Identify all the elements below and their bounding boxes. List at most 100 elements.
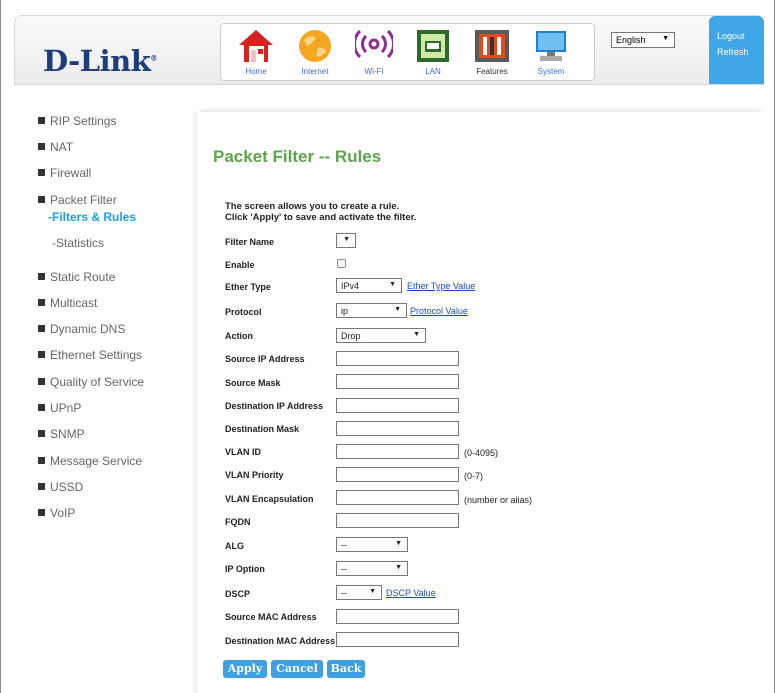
bullet-icon <box>38 299 45 306</box>
alg-label: ALG <box>225 541 244 551</box>
dscp-label: DSCP <box>225 589 251 599</box>
dest-mac-label: Destination MAC Address <box>225 636 336 646</box>
vlan-encap-input[interactable] <box>336 490 459 505</box>
logout-link[interactable]: Logout <box>717 31 745 41</box>
bullet-icon <box>38 325 45 332</box>
bullet-icon <box>38 169 45 176</box>
source-ip-input[interactable] <box>336 351 459 366</box>
refresh-link[interactable]: Refresh <box>717 47 749 57</box>
protocol-select[interactable]: ip ▼ <box>336 303 407 318</box>
nav-system[interactable]: System <box>524 24 578 82</box>
sidebar-item-firewall[interactable]: Firewall <box>38 166 91 180</box>
ether-type-label: Ether Type <box>225 282 271 292</box>
dest-mac-input[interactable] <box>336 632 459 647</box>
page-title: Packet Filter -- Rules <box>213 147 382 166</box>
vlan-id-label: VLAN ID <box>225 447 261 457</box>
vlan-id-input[interactable] <box>336 444 459 459</box>
nav-lan[interactable]: LAN <box>406 24 460 82</box>
ether-type-value-link[interactable]: Ether Type Value <box>407 281 475 291</box>
bullet-icon <box>38 404 45 411</box>
language-select[interactable]: English ▼ <box>611 32 675 48</box>
action-select[interactable]: Drop ▼ <box>336 328 426 343</box>
sidebar-subitem-filters-rules[interactable]: -Filters & Rules <box>48 210 136 224</box>
globe-icon <box>299 30 331 62</box>
apply-button[interactable]: Apply <box>223 660 267 678</box>
sidebar-item-voip[interactable]: VoIP <box>38 506 75 520</box>
header-bar: D-Link® Home Internet Wi-Fi LAN Features… <box>14 15 764 85</box>
filter-name-label: Filter Name <box>225 237 275 247</box>
main-content: Packet Filter -- Rules The screen allows… <box>191 112 764 693</box>
sidebar-item-ethernet-settings[interactable]: Ethernet Settings <box>38 348 142 362</box>
dest-ip-input[interactable] <box>336 398 459 413</box>
dropdown-arrow-icon: ▼ <box>343 236 350 243</box>
nav-home[interactable]: Home <box>229 24 283 82</box>
bullet-icon <box>38 509 45 516</box>
cancel-button[interactable]: Cancel <box>271 660 323 678</box>
sidebar-item-multicast[interactable]: Multicast <box>38 296 97 310</box>
sidebar-item-rip-settings[interactable]: RIP Settings <box>38 114 116 128</box>
vlan-priority-hint: (0-7) <box>464 471 484 481</box>
source-mac-input[interactable] <box>336 609 459 624</box>
dscp-select[interactable]: -- ▼ <box>336 585 382 600</box>
sidebar-item-nat[interactable]: NAT <box>38 140 73 154</box>
alg-select[interactable]: -- ▼ <box>336 537 408 552</box>
sidebar-item-quality-of-service[interactable]: Quality of Service <box>38 375 144 389</box>
bullet-icon <box>38 117 45 124</box>
bullet-icon <box>38 483 45 490</box>
lan-icon <box>417 30 449 62</box>
vlan-id-hint: (0-4095) <box>464 448 499 458</box>
source-ip-label: Source IP Address <box>225 354 305 364</box>
ether-type-select[interactable]: IPv4 ▼ <box>336 278 402 293</box>
bullet-icon <box>38 430 45 437</box>
vlan-encap-label: VLAN Encapsulation <box>225 494 314 504</box>
sidebar-item-snmp[interactable]: SNMP <box>38 427 85 441</box>
protocol-label: Protocol <box>225 307 262 317</box>
sidebar-item-static-route[interactable]: Static Route <box>38 270 115 284</box>
ip-option-label: IP Option <box>225 564 265 574</box>
dest-mask-label: Destination Mask <box>225 424 300 434</box>
computer-icon <box>536 31 566 61</box>
dropdown-arrow-icon: ▼ <box>394 306 401 313</box>
dropdown-arrow-icon: ▼ <box>413 331 420 338</box>
sidebar-subitem-statistics[interactable]: -Statistics <box>52 236 104 250</box>
dscp-value-link[interactable]: DSCP Value <box>386 588 436 598</box>
bullet-icon <box>38 143 45 150</box>
vlan-encap-hint: (number or alias) <box>464 495 533 505</box>
source-mask-input[interactable] <box>336 374 459 389</box>
nav-internet[interactable]: Internet <box>288 24 342 82</box>
sidebar-item-ussd[interactable]: USSD <box>38 480 83 494</box>
bullet-icon <box>38 351 45 358</box>
dest-mask-input[interactable] <box>336 421 459 436</box>
fqdn-input[interactable] <box>336 513 459 528</box>
sidebar-item-dynamic-dns[interactable]: Dynamic DNS <box>38 322 125 336</box>
nav-wifi[interactable]: Wi-Fi <box>347 24 401 82</box>
dest-ip-label: Destination IP Address <box>225 401 324 411</box>
dropdown-arrow-icon: ▼ <box>369 588 376 595</box>
fqdn-label: FQDN <box>225 517 251 527</box>
bullet-icon <box>38 457 45 464</box>
vlan-priority-input[interactable] <box>336 467 459 482</box>
sidebar-item-packet-filter[interactable]: Packet Filter <box>38 193 117 207</box>
bullet-icon <box>38 273 45 280</box>
enable-checkbox[interactable] <box>337 259 346 268</box>
dropdown-arrow-icon: ▼ <box>662 35 669 42</box>
source-mask-label: Source Mask <box>225 378 281 388</box>
wifi-icon <box>355 29 393 59</box>
back-button[interactable]: Back <box>327 660 365 678</box>
filter-name-select[interactable]: ▼ <box>336 233 356 248</box>
ip-option-select[interactable]: -- ▼ <box>336 561 408 576</box>
sidebar-item-message-service[interactable]: Message Service <box>38 454 142 468</box>
bullet-icon <box>38 196 45 203</box>
top-navigation: Home Internet Wi-Fi LAN Features System <box>220 23 595 81</box>
source-mac-label: Source MAC Address <box>225 612 317 622</box>
dropdown-arrow-icon: ▼ <box>395 540 402 547</box>
protocol-value-link[interactable]: Protocol Value <box>410 306 468 316</box>
toolbox-icon <box>475 30 509 62</box>
nav-features[interactable]: Features <box>465 24 519 82</box>
sidebar-item-upnp[interactable]: UPnP <box>38 401 81 415</box>
intro-text: The screen allows you to create a rule. … <box>225 201 417 223</box>
bullet-icon <box>38 378 45 385</box>
action-label: Action <box>225 331 253 341</box>
dlink-logo: D-Link® <box>43 44 157 78</box>
account-panel: Logout Refresh <box>709 16 764 84</box>
